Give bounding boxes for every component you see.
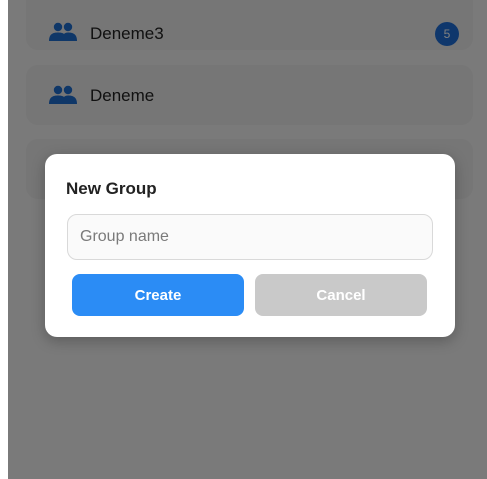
group-list-screen: Deneme3 5 Deneme New Group Create Cancel: [8, 0, 487, 479]
create-button[interactable]: Create: [72, 274, 244, 316]
new-group-dialog: New Group Create Cancel: [45, 154, 455, 337]
group-name-input[interactable]: [67, 214, 433, 260]
cancel-button[interactable]: Cancel: [255, 274, 427, 316]
dialog-title: New Group: [66, 179, 157, 198]
